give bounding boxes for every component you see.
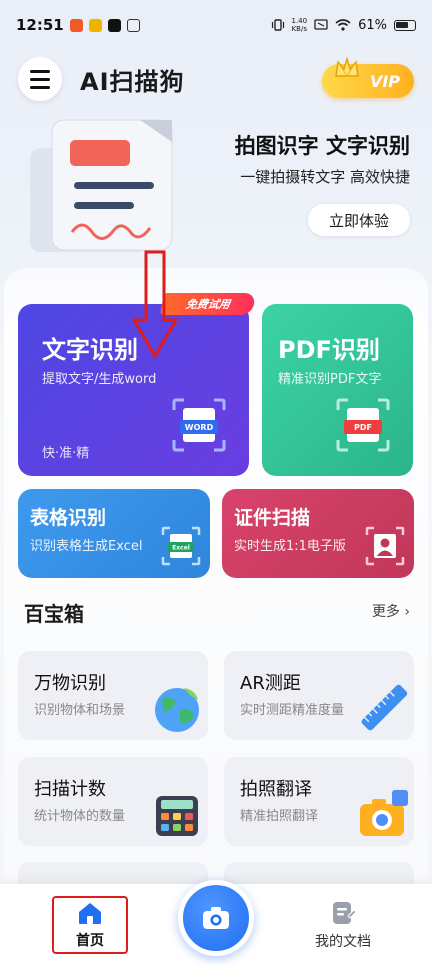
nav-home-label: 首页 (76, 933, 104, 949)
ar-measure-card[interactable]: AR测距 实时测距精准度量 (224, 651, 414, 740)
card-title: 证件扫描 (234, 507, 311, 529)
crown-icon (335, 56, 359, 77)
vip-button[interactable]: VIP (322, 56, 414, 98)
battery-percent: 61% (358, 17, 387, 33)
id-scan-card[interactable]: 证件扫描 实时生成1:1电子版 (222, 489, 414, 578)
card-subtitle: 提取文字/生成word (42, 372, 157, 387)
pdf-document-icon: PDF (336, 398, 390, 452)
tool-subtitle: 识别物体和场景 (34, 703, 126, 718)
object-recognition-card[interactable]: 万物识别 识别物体和场景 (18, 651, 208, 740)
menu-button[interactable] (18, 57, 62, 101)
id-photo-icon (365, 526, 405, 566)
excel-document-icon: Excel (161, 526, 201, 566)
hamburger-line (30, 77, 50, 81)
card-subtitle: 识别表格生成Excel (30, 539, 143, 554)
battery-icon (394, 19, 416, 31)
tool-subtitle: 精准拍照翻译 (240, 809, 319, 824)
toolbox-title: 百宝箱 (24, 602, 84, 626)
svg-text:Excel: Excel (172, 545, 190, 552)
status-time: 12:51 (16, 16, 64, 34)
tool-title: 万物识别 (34, 673, 106, 694)
app-title: AI扫描狗 (80, 68, 185, 96)
tool-subtitle: 实时测距精准度量 (240, 703, 345, 718)
camera-button[interactable] (178, 880, 254, 956)
screen-mirror-icon (314, 19, 328, 30)
notification-app-icon (88, 18, 102, 32)
pdf-recognition-card[interactable]: PDF识别 精准识别PDF文字 PDF (262, 304, 413, 476)
vibrate-icon (271, 19, 284, 31)
document-illustration (30, 119, 173, 252)
vip-label: VIP (369, 71, 400, 91)
word-document-icon: WORD (172, 398, 226, 452)
promo-banner[interactable]: 拍图识字 文字识别 一键拍摄转文字 高效快捷 立即体验 (0, 110, 432, 260)
calculator-icon (156, 796, 198, 836)
home-icon (79, 903, 101, 924)
notification-app-icon (69, 18, 83, 32)
card-tag: 快·准·精 (42, 446, 90, 461)
network-speed: 1.40 KB/s (292, 17, 308, 33)
scan-count-card[interactable]: 扫描计数 统计物体的数量 (18, 757, 208, 846)
more-link[interactable]: 更多 › (372, 601, 410, 621)
globe-icon (155, 688, 199, 732)
banner-title: 拍图识字 文字识别 (234, 134, 410, 158)
net-speed-unit: KB/s (291, 25, 307, 33)
net-speed-value: 1.40 (291, 17, 308, 25)
tiktok-icon (107, 18, 121, 32)
tool-title: 拍照翻译 (240, 779, 312, 800)
document-icon (333, 902, 357, 924)
card-subtitle: 精准识别PDF文字 (278, 372, 382, 387)
svg-text:PDF: PDF (354, 423, 372, 432)
annotation-arrow (131, 250, 179, 359)
tool-title: AR测距 (240, 673, 301, 694)
nav-home[interactable]: 首页 (52, 896, 128, 954)
wifi-icon (335, 19, 351, 31)
tool-title: 扫描计数 (34, 779, 106, 800)
banner-subtitle: 一键拍摄转文字 高效快捷 (240, 168, 410, 186)
card-subtitle: 实时生成1:1电子版 (234, 539, 346, 554)
app-header: AI扫描狗 VIP (0, 52, 432, 104)
ruler-icon (361, 684, 408, 731)
card-title: 表格识别 (30, 507, 107, 529)
nav-my-documents[interactable]: 我的文档 (300, 896, 386, 954)
try-now-button[interactable]: 立即体验 (308, 204, 410, 236)
table-recognition-card[interactable]: 表格识别 识别表格生成Excel Excel (18, 489, 210, 578)
svg-text:WORD: WORD (185, 423, 214, 432)
card-title: 文字识别 (42, 336, 138, 364)
more-label: 更多 (371, 604, 400, 620)
status-bar: 12:51 1.40 KB/s 61% (0, 0, 432, 50)
card-title: PDF识别 (278, 336, 380, 364)
nav-docs-label: 我的文档 (315, 934, 371, 950)
photo-translate-card[interactable]: 拍照翻译 精准拍照翻译 (224, 757, 414, 846)
translate-camera-icon (360, 790, 408, 836)
chevron-right-icon: › (404, 604, 410, 620)
notification-app-icon (126, 18, 140, 32)
hamburger-line (30, 85, 50, 89)
tool-subtitle: 统计物体的数量 (34, 809, 126, 824)
hamburger-icon (30, 69, 50, 73)
camera-icon (203, 907, 229, 929)
